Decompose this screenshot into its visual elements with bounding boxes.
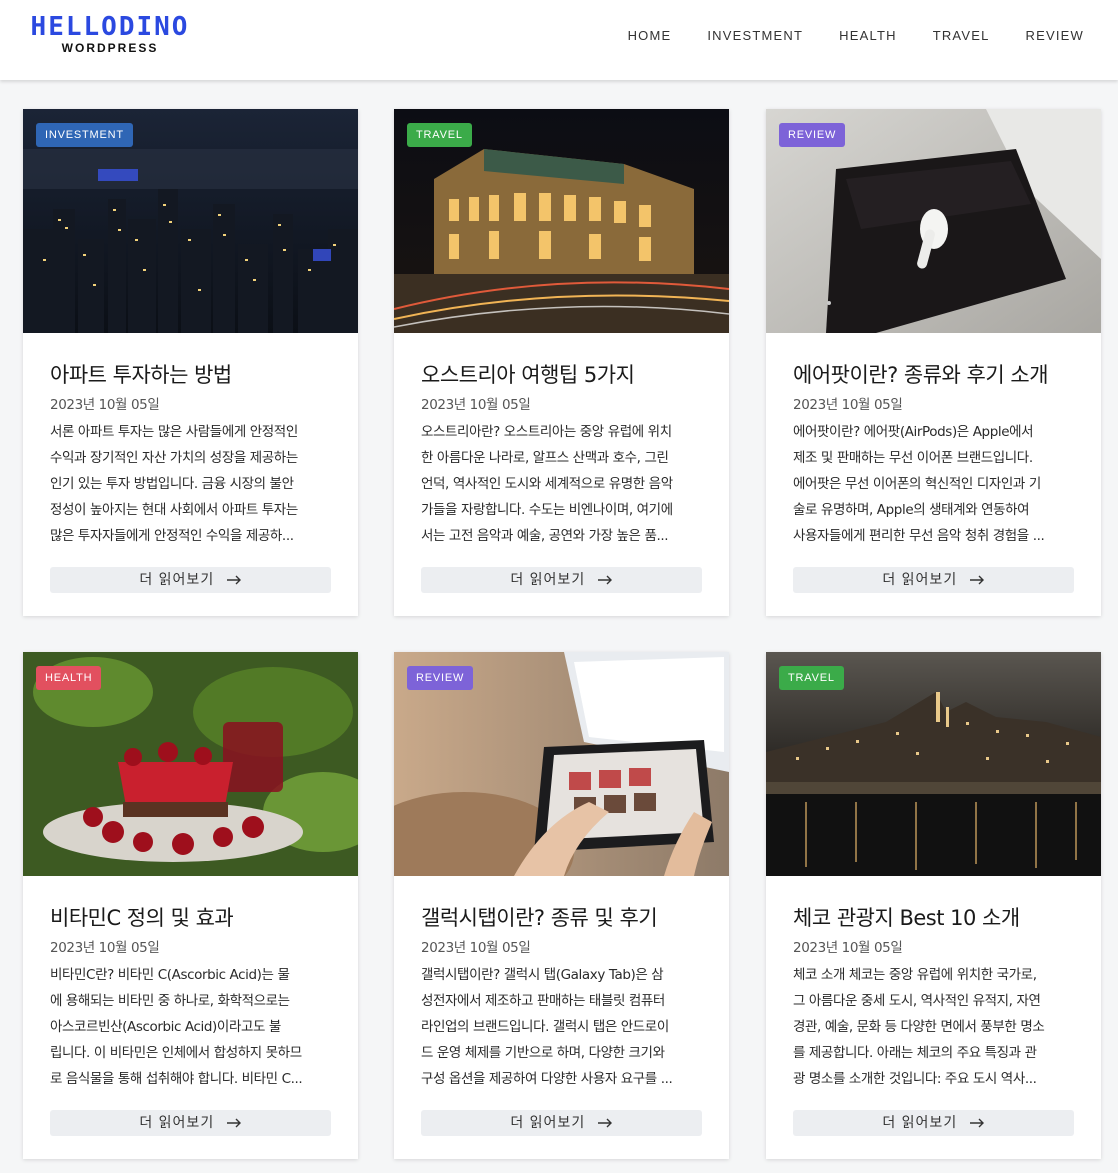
- post-thumbnail[interactable]: INVESTMENT: [23, 109, 358, 333]
- read-more-label: 더 읽어보기: [139, 572, 215, 588]
- arrow-right-icon: [226, 1118, 241, 1128]
- excerpt-line: 드 운영 체제를 기반으로 하며, 다양한 크기와: [421, 1045, 665, 1061]
- post-date: 2023년 10월 05일: [421, 397, 531, 413]
- read-more-label: 더 읽어보기: [882, 572, 958, 588]
- category-badge[interactable]: INVESTMENT: [36, 123, 133, 147]
- read-more-label: 더 읽어보기: [882, 1115, 958, 1131]
- read-more-button[interactable]: 더 읽어보기: [421, 567, 702, 593]
- post-excerpt: 갤럭시탭이란? 갤럭시 탭(Galaxy Tab)은 삼 성전자에서 제조하고 …: [421, 962, 704, 1092]
- post-card: HEALTH 비타민C 정의 및 효과 2023년 10월 05일 비타민C란?…: [23, 652, 358, 1159]
- excerpt-line: 광 명소를 소개한 것입니다: 주요 도시 역사...: [793, 1071, 1037, 1087]
- logo-sub-text: WORDPRESS: [61, 41, 159, 55]
- post-card: REVIEW 갤럭시탭이란? 종류 및 후기 2023년 10월 05일 갤럭시…: [394, 652, 729, 1159]
- arrow-right-icon: [969, 1118, 984, 1128]
- main-nav: HOME INVESTMENT HEALTH TRAVEL REVIEW: [628, 28, 1084, 43]
- nav-review[interactable]: REVIEW: [1026, 28, 1084, 43]
- category-badge[interactable]: REVIEW: [407, 666, 474, 690]
- nav-health[interactable]: HEALTH: [839, 28, 897, 43]
- excerpt-line: 구성 옵션을 제공하여 다양한 사용자 요구를 ...: [421, 1071, 673, 1087]
- excerpt-line: 서론 아파트 투자는 많은 사람들에게 안정적인: [50, 424, 298, 440]
- post-title[interactable]: 갤럭시탭이란? 종류 및 후기: [421, 902, 721, 932]
- excerpt-line: 립니다. 이 비타민은 인체에서 합성하지 못하므: [50, 1045, 302, 1061]
- post-thumbnail[interactable]: REVIEW: [766, 109, 1101, 333]
- excerpt-line: 를 제공합니다. 아래는 체코의 주요 특징과 관: [793, 1045, 1037, 1061]
- excerpt-line: 비타민C란? 비타민 C(Ascorbic Acid)는 물: [50, 967, 290, 983]
- excerpt-line: 로 음식물을 통해 섭취해야 합니다. 비타민 C...: [50, 1071, 303, 1087]
- excerpt-line: 수익과 장기적인 자산 가치의 성장을 제공하는: [50, 450, 298, 466]
- excerpt-line: 에 용해되는 비타민 중 하나로, 화학적으로는: [50, 993, 290, 1009]
- post-title[interactable]: 아파트 투자하는 방법: [50, 359, 350, 389]
- arrow-right-icon: [226, 575, 241, 585]
- read-more-label: 더 읽어보기: [510, 1115, 586, 1131]
- excerpt-line: 오스트리아란? 오스트리아는 중앙 유럽에 위치: [421, 424, 672, 440]
- read-more-label: 더 읽어보기: [139, 1115, 215, 1131]
- post-date: 2023년 10월 05일: [50, 940, 160, 956]
- post-excerpt: 체코 소개 체코는 중앙 유럽에 위치한 국가로, 그 아름다운 중세 도시, …: [793, 962, 1076, 1092]
- excerpt-line: 경관, 예술, 문화 등 다양한 면에서 풍부한 명소: [793, 1019, 1045, 1035]
- excerpt-line: 에어팟이란? 에어팟(AirPods)은 Apple에서: [793, 424, 1034, 440]
- category-badge[interactable]: REVIEW: [779, 123, 846, 147]
- read-more-button[interactable]: 더 읽어보기: [421, 1110, 702, 1136]
- excerpt-line: 언덕, 역사적인 도시와 세계적으로 유명한 음악: [421, 476, 673, 492]
- arrow-right-icon: [969, 575, 984, 585]
- read-more-button[interactable]: 더 읽어보기: [793, 567, 1074, 593]
- post-title[interactable]: 체코 관광지 Best 10 소개: [793, 902, 1093, 932]
- post-excerpt: 비타민C란? 비타민 C(Ascorbic Acid)는 물 에 용해되는 비타…: [50, 962, 333, 1092]
- excerpt-line: 라인업의 브랜드입니다. 갤럭시 탭은 안드로이: [421, 1019, 669, 1035]
- category-badge[interactable]: TRAVEL: [407, 123, 472, 147]
- post-card: INVESTMENT 아파트 투자하는 방법 2023년 10월 05일 서론 …: [23, 109, 358, 616]
- excerpt-line: 아스코르빈산(Ascorbic Acid)이라고도 불: [50, 1019, 281, 1035]
- logo-main-text: HELLODINO: [30, 12, 190, 42]
- excerpt-line: 많은 투자자들에게 안정적인 수익을 제공하...: [50, 528, 294, 544]
- post-date: 2023년 10월 05일: [793, 397, 903, 413]
- excerpt-line: 제조 및 판매하는 무선 이어폰 브랜드입니다.: [793, 450, 1033, 466]
- read-more-button[interactable]: 더 읽어보기: [50, 567, 331, 593]
- nav-home[interactable]: HOME: [628, 28, 672, 43]
- nav-investment[interactable]: INVESTMENT: [707, 28, 803, 43]
- post-thumbnail[interactable]: REVIEW: [394, 652, 729, 876]
- arrow-right-icon: [597, 1118, 612, 1128]
- nav-travel[interactable]: TRAVEL: [933, 28, 990, 43]
- post-thumbnail[interactable]: HEALTH: [23, 652, 358, 876]
- read-more-label: 더 읽어보기: [510, 572, 586, 588]
- post-title[interactable]: 에어팟이란? 종류와 후기 소개: [793, 359, 1093, 389]
- post-title[interactable]: 비타민C 정의 및 효과: [50, 902, 350, 932]
- excerpt-line: 에어팟은 무선 이어폰의 혁신적인 디자인과 기: [793, 476, 1041, 492]
- category-badge[interactable]: HEALTH: [36, 666, 102, 690]
- excerpt-line: 사용자들에게 편리한 무선 음악 청취 경험을 ...: [793, 528, 1045, 544]
- excerpt-line: 체코 소개 체코는 중앙 유럽에 위치한 국가로,: [793, 967, 1037, 983]
- post-thumbnail[interactable]: TRAVEL: [394, 109, 729, 333]
- post-card: REVIEW 에어팟이란? 종류와 후기 소개 2023년 10월 05일 에어…: [766, 109, 1101, 616]
- post-title[interactable]: 오스트리아 여행팁 5가지: [421, 359, 721, 389]
- post-excerpt: 서론 아파트 투자는 많은 사람들에게 안정적인 수익과 장기적인 자산 가치의…: [50, 419, 333, 549]
- post-thumbnail[interactable]: TRAVEL: [766, 652, 1101, 876]
- site-logo[interactable]: HELLODINO WORDPRESS: [24, 13, 196, 55]
- post-excerpt: 에어팟이란? 에어팟(AirPods)은 Apple에서 제조 및 판매하는 무…: [793, 419, 1076, 549]
- post-date: 2023년 10월 05일: [421, 940, 531, 956]
- read-more-button[interactable]: 더 읽어보기: [793, 1110, 1074, 1136]
- arrow-right-icon: [597, 575, 612, 585]
- post-card: TRAVEL 오스트리아 여행팁 5가지 2023년 10월 05일 오스트리아…: [394, 109, 729, 616]
- excerpt-line: 한 아름다운 나라로, 알프스 산맥과 호수, 그린: [421, 450, 669, 466]
- excerpt-line: 정성이 높아지는 현대 사회에서 아파트 투자는: [50, 502, 298, 518]
- excerpt-line: 가들을 자랑합니다. 수도는 비엔나이며, 여기에: [421, 502, 673, 518]
- post-excerpt: 오스트리아란? 오스트리아는 중앙 유럽에 위치 한 아름다운 나라로, 알프스…: [421, 419, 704, 549]
- post-date: 2023년 10월 05일: [50, 397, 160, 413]
- excerpt-line: 서는 고전 음악과 예술, 공연와 가장 높은 품...: [421, 528, 669, 544]
- category-badge[interactable]: TRAVEL: [779, 666, 844, 690]
- excerpt-line: 갤럭시탭이란? 갤럭시 탭(Galaxy Tab)은 삼: [421, 967, 664, 983]
- post-date: 2023년 10월 05일: [793, 940, 903, 956]
- excerpt-line: 성전자에서 제조하고 판매하는 태블릿 컴퓨터: [421, 993, 665, 1009]
- read-more-button[interactable]: 더 읽어보기: [50, 1110, 331, 1136]
- excerpt-line: 인기 있는 투자 방법입니다. 금융 시장의 불안: [50, 476, 294, 492]
- excerpt-line: 그 아름다운 중세 도시, 역사적인 유적지, 자연: [793, 993, 1041, 1009]
- post-card: TRAVEL 체코 관광지 Best 10 소개 2023년 10월 05일 체…: [766, 652, 1101, 1159]
- site-header: HELLODINO WORDPRESS HOME INVESTMENT HEAL…: [0, 0, 1118, 80]
- excerpt-line: 술로 유명하며, Apple의 생태계와 연동하여: [793, 502, 1030, 518]
